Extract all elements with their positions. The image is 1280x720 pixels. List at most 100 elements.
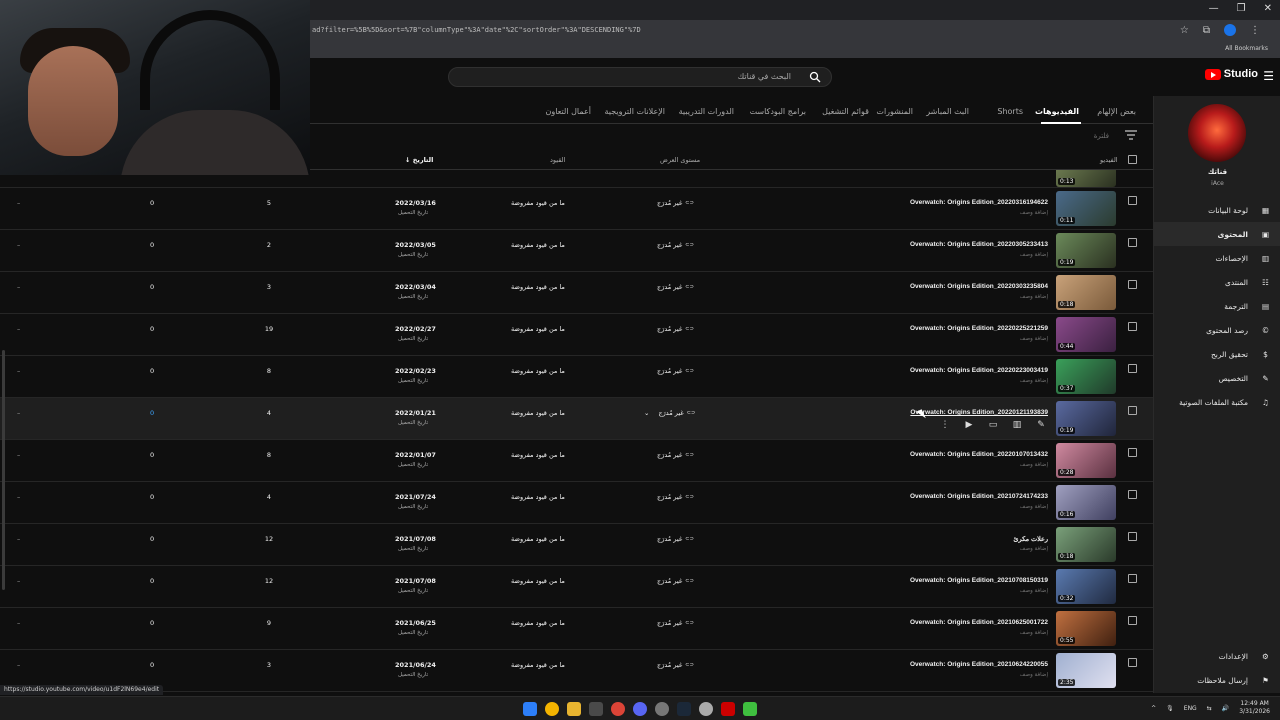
video-description[interactable]: إضافة وصف (1020, 252, 1048, 258)
visibility-cell[interactable]: غير مُدرَج ⊂⊃ (657, 619, 694, 627)
sidebar-item-copyright[interactable]: رصد المحتوى © (1154, 318, 1280, 342)
analytics-icon[interactable]: ▥ (1012, 420, 1022, 430)
tab-2[interactable]: Shorts (997, 107, 1023, 116)
channel-avatar[interactable] (1188, 104, 1246, 162)
tab-5[interactable]: قوائم التشغيل (822, 107, 869, 116)
copilot-icon[interactable] (545, 702, 559, 716)
visibility-cell[interactable]: غير مُدرَج ⊂⊃ (657, 325, 694, 333)
row-checkbox[interactable] (1128, 490, 1137, 499)
row-checkbox[interactable] (1128, 532, 1137, 541)
video-title[interactable]: Overwatch: Origins Edition_2022010701343… (910, 451, 1048, 458)
table-row[interactable]: 0:16 Overwatch: Origins Edition_202107241… (0, 482, 1153, 524)
video-thumbnail[interactable]: 0:19 (1056, 401, 1116, 436)
sidebar-item-monetization[interactable]: تحقيق الربح $ (1154, 342, 1280, 366)
table-row[interactable]: 0:18 رعلات مكرئ إضافة وصف غير مُدرَج ⊂⊃ ما من… (0, 524, 1153, 566)
video-thumbnail[interactable]: 0:19 (1056, 233, 1116, 268)
video-description[interactable]: إضافة وصف (1020, 336, 1048, 342)
column-date-sort[interactable]: ↓ التاريخ (405, 156, 433, 164)
file-explorer-icon[interactable] (567, 702, 581, 716)
url-text[interactable]: ad?filter=%5B%5D&sort=%7B"columnType"%3A… (312, 26, 641, 34)
tab-9[interactable]: أعمال التعاون (545, 107, 591, 116)
video-title[interactable]: Overwatch: Origins Edition_2021070815031… (910, 577, 1048, 584)
filter-input[interactable]: فلترة (1094, 132, 1109, 140)
bookmark-star-icon[interactable]: ☆ (1180, 25, 1189, 36)
video-title[interactable]: Overwatch: Origins Edition_2021072417423… (910, 493, 1048, 500)
video-thumbnail[interactable]: 0:11 (1056, 191, 1116, 226)
tab-8[interactable]: الإعلانات الترويجية (604, 107, 665, 116)
video-description[interactable]: إضافة وصف (1020, 294, 1048, 300)
row-checkbox[interactable] (1128, 406, 1137, 415)
tab-6[interactable]: برامج البودكاست (750, 107, 806, 116)
microphone-icon[interactable]: 🎙 (1166, 705, 1174, 712)
video-thumbnail[interactable]: 0:37 (1056, 359, 1116, 394)
visibility-cell[interactable]: غير مُدرَج ⊂⊃ (657, 241, 694, 249)
sidebar-item-audio-library[interactable]: مكتبة الملفات الصوتية ♫ (1154, 390, 1280, 414)
chrome-icon[interactable] (611, 702, 625, 716)
steam-icon[interactable] (677, 702, 691, 716)
video-title[interactable]: Overwatch: Origins Edition_2022030523341… (910, 241, 1048, 248)
tab-4[interactable]: المنشورات (876, 107, 913, 116)
hamburger-menu-icon[interactable]: ☰ (1263, 69, 1274, 83)
chevron-down-icon[interactable]: ⌄ (644, 409, 649, 417)
comments-icon[interactable]: ▭ (988, 420, 998, 430)
store-icon[interactable] (589, 702, 603, 716)
visibility-cell[interactable]: غير مُدرَج ⊂⊃ (657, 535, 694, 543)
sidebar-item-content[interactable]: المحتوى ▣ (1154, 222, 1280, 246)
video-thumbnail[interactable]: 0:55 (1056, 611, 1116, 646)
table-row[interactable]: 0:19 Overwatch: Origins Edition_202201211… (0, 398, 1153, 440)
tab-7[interactable]: الدورات التدريبية (679, 107, 734, 116)
tray-chevron-icon[interactable]: ^ (1151, 705, 1156, 712)
sidebar-item-settings[interactable]: الإعدادات ⚙ (1154, 644, 1280, 668)
column-visibility[interactable]: مستوى العرض (660, 156, 700, 164)
search-icon[interactable] (809, 71, 821, 83)
row-checkbox[interactable] (1128, 280, 1137, 289)
volume-icon[interactable]: 🔊 (1222, 705, 1229, 712)
visibility-cell[interactable]: غير مُدرَج ⊂⊃ (657, 283, 694, 291)
video-title[interactable]: Overwatch: Origins Edition_2022031619462… (910, 199, 1048, 206)
video-thumbnail[interactable]: 0:28 (1056, 443, 1116, 478)
table-row[interactable]: 0:18 Overwatch: Origins Edition_202203032… (0, 272, 1153, 314)
row-checkbox[interactable] (1128, 364, 1137, 373)
comments-cell[interactable]: 0 (150, 409, 154, 417)
row-checkbox[interactable] (1128, 574, 1137, 583)
video-description[interactable]: إضافة وصف (1020, 378, 1048, 384)
visibility-cell[interactable]: غير مُدرَج ⊂⊃ (657, 451, 694, 459)
close-icon[interactable]: ✕ (1264, 3, 1272, 14)
video-thumbnail[interactable]: 0:18 (1056, 527, 1116, 562)
discord-icon[interactable] (633, 702, 647, 716)
row-checkbox[interactable] (1128, 238, 1137, 247)
visibility-cell[interactable]: غير مُدرَج ⊂⊃ (657, 367, 694, 375)
video-description[interactable]: إضافة وصف (1020, 462, 1048, 468)
row-checkbox[interactable] (1128, 322, 1137, 331)
visibility-cell[interactable]: غير مُدرَج ⊂⊃ (657, 493, 694, 501)
video-title[interactable]: رعلات مكرئ (1013, 535, 1048, 543)
row-checkbox[interactable] (1128, 448, 1137, 457)
video-thumbnail[interactable]: 0:18 (1056, 275, 1116, 310)
scrollbar[interactable] (2, 350, 5, 590)
video-title[interactable]: Overwatch: Origins Edition_2021062500172… (910, 619, 1048, 626)
browser-menu-icon[interactable]: ⋮ (1250, 25, 1260, 36)
table-row[interactable]: 0:32 Overwatch: Origins Edition_202107081… (0, 566, 1153, 608)
media-app-icon[interactable] (721, 702, 735, 716)
search-box[interactable]: البحث في قناتك (448, 67, 832, 87)
video-thumbnail[interactable]: 0:44 (1056, 317, 1116, 352)
video-description[interactable]: إضافة وصف (1020, 672, 1048, 678)
video-description[interactable]: إضافة وصف (1020, 546, 1048, 552)
visibility-cell[interactable]: غير مُدرَج ⊂⊃ (657, 199, 694, 207)
visibility-cell[interactable]: غير مُدرَج ⊂⊃ (657, 661, 694, 669)
windows-start-icon[interactable] (523, 702, 537, 716)
minimize-icon[interactable]: — (1209, 3, 1219, 14)
sidebar-item-subtitles[interactable]: الترجمة ▤ (1154, 294, 1280, 318)
table-row[interactable]: 0:44 Overwatch: Origins Edition_202202252… (0, 314, 1153, 356)
extensions-icon[interactable]: ⧉ (1203, 25, 1210, 36)
table-row[interactable]: 0:19 Overwatch: Origins Edition_202203052… (0, 230, 1153, 272)
video-thumbnail[interactable]: 0:13 (1056, 170, 1116, 187)
visibility-cell[interactable]: غير مُدرَج ⊂⊃ (657, 577, 694, 585)
edit-pencil-icon[interactable]: ✎ (1036, 420, 1046, 430)
tab-1[interactable]: الفيديوهات (1035, 107, 1079, 116)
video-thumbnail[interactable]: 0:16 (1056, 485, 1116, 520)
network-icon[interactable]: ⇆ (1207, 705, 1212, 712)
video-description[interactable]: إضافة وصف (1020, 630, 1048, 636)
video-title[interactable]: Overwatch: Origins Edition_2021062422005… (910, 661, 1048, 668)
maximize-icon[interactable]: ❐ (1237, 3, 1246, 14)
